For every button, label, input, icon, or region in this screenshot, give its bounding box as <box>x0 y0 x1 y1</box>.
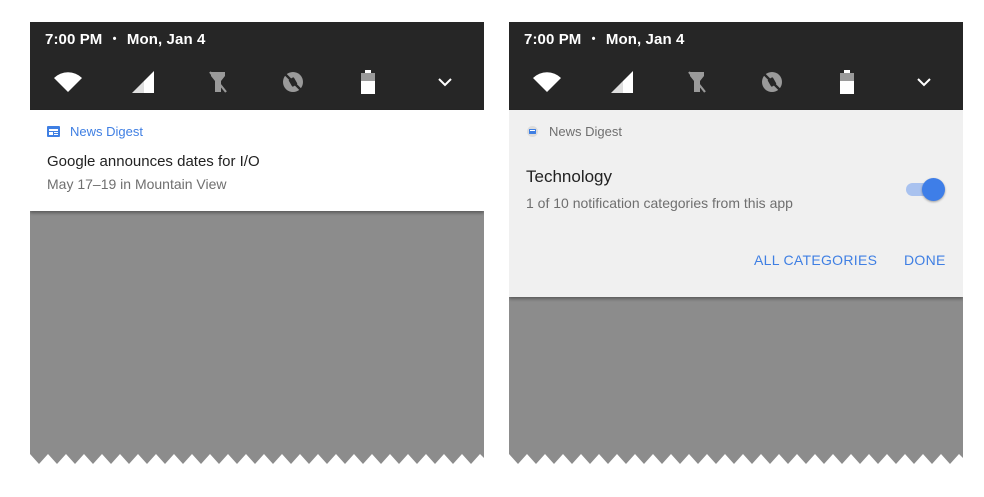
done-button[interactable]: DONE <box>904 252 946 268</box>
notification-text: May 17–19 in Mountain View <box>47 176 227 192</box>
all-categories-button[interactable]: ALL CATEGORIES <box>754 252 877 268</box>
toggle-thumb <box>922 178 945 201</box>
notification-shade-settings: 7:00 PM • Mon, Jan 4 News Digest Technol… <box>509 22 963 468</box>
app-name: News Digest <box>70 124 143 139</box>
torn-edge <box>30 454 484 468</box>
chevron-down-icon[interactable] <box>427 64 463 100</box>
quick-settings-row <box>30 64 484 100</box>
date: Mon, Jan 4 <box>126 31 206 48</box>
category-subtitle: 1 of 10 notification categories from thi… <box>526 195 793 211</box>
auto-rotate-off-icon[interactable] <box>275 64 311 100</box>
notification-settings-card: News Digest Technology 1 of 10 notificat… <box>509 110 963 297</box>
flashlight-off-icon[interactable] <box>679 64 715 100</box>
clock: 7:00 PM <box>45 31 103 48</box>
chevron-down-icon[interactable] <box>906 64 942 100</box>
cellular-signal-icon[interactable] <box>604 64 640 100</box>
background-area <box>509 297 963 468</box>
auto-rotate-off-icon[interactable] <box>754 64 790 100</box>
date: Mon, Jan 4 <box>605 31 685 48</box>
notification-card[interactable]: News Digest Google announces dates for I… <box>30 110 484 211</box>
status-time-date: 7:00 PM • Mon, Jan 4 <box>524 31 684 48</box>
separator-dot: • <box>591 33 596 45</box>
flashlight-off-icon[interactable] <box>200 64 236 100</box>
torn-edge <box>509 454 963 468</box>
app-name: News Digest <box>549 124 622 139</box>
wifi-icon[interactable] <box>529 64 565 100</box>
notification-shade-collapsed: 7:00 PM • Mon, Jan 4 News Digest Google … <box>30 22 484 468</box>
news-app-icon <box>47 126 60 137</box>
notification-title: Google announces dates for I/O <box>47 153 260 170</box>
news-app-icon <box>527 126 538 137</box>
clock: 7:00 PM <box>524 31 582 48</box>
battery-icon[interactable] <box>829 64 865 100</box>
background-area <box>30 211 484 468</box>
wifi-icon[interactable] <box>50 64 86 100</box>
status-bar: 7:00 PM • Mon, Jan 4 <box>30 22 484 110</box>
notification-header: News Digest <box>47 124 143 139</box>
cellular-signal-icon[interactable] <box>125 64 161 100</box>
notification-header: News Digest <box>526 124 622 139</box>
battery-icon[interactable] <box>350 64 386 100</box>
status-bar: 7:00 PM • Mon, Jan 4 <box>509 22 963 110</box>
separator-dot: • <box>112 33 117 45</box>
quick-settings-row <box>509 64 963 100</box>
status-time-date: 7:00 PM • Mon, Jan 4 <box>45 31 205 48</box>
category-title: Technology <box>526 167 613 186</box>
category-toggle[interactable] <box>904 177 948 201</box>
